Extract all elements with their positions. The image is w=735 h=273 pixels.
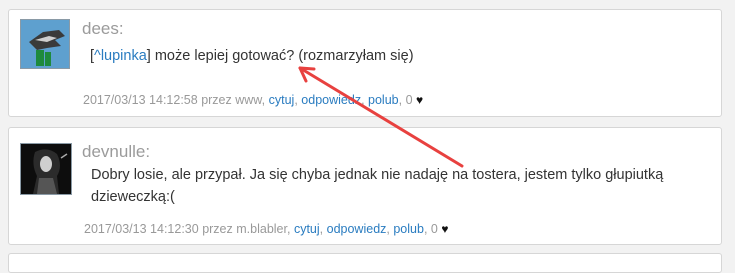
separator: , — [261, 93, 266, 107]
bird-avatar-icon — [21, 20, 69, 68]
comment-username[interactable]: dees: — [82, 19, 124, 39]
comment-text: Dobry losie, ale przypał. Ja się chyba j… — [91, 167, 664, 205]
by-label: przez — [201, 93, 232, 107]
like-link[interactable]: polub — [393, 222, 424, 236]
timestamp: 2017/03/13 14:12:58 — [83, 93, 198, 107]
quote-link[interactable]: cytuj — [294, 222, 320, 236]
separator: , — [294, 93, 298, 107]
mention-link[interactable]: ^lupinka — [94, 48, 147, 64]
comment: dees: [^lupinka] może lepiej gotować? (r… — [8, 9, 722, 117]
comment-username[interactable]: devnulle: — [82, 142, 150, 162]
reply-link[interactable]: odpowiedz — [327, 222, 387, 236]
like-link[interactable]: polub — [368, 93, 399, 107]
separator: , — [286, 222, 291, 236]
comment-meta: 2017/03/13 14:12:30 przez m.blabler, cyt… — [84, 222, 448, 236]
reply-link[interactable]: odpowiedz — [301, 93, 361, 107]
comment-text: może lepiej gotować? (rozmarzyłam się) — [150, 48, 414, 64]
avatar[interactable] — [20, 143, 72, 195]
like-count: 0 — [405, 93, 413, 107]
by-label: przez — [202, 222, 233, 236]
heart-icon[interactable]: ♥ — [416, 93, 423, 107]
timestamp: 2017/03/13 14:12:30 — [84, 222, 199, 236]
comment — [8, 253, 722, 273]
comment-meta: 2017/03/13 14:12:58 przez www, cytuj, od… — [83, 93, 423, 107]
separator: , — [398, 93, 403, 107]
heart-icon[interactable]: ♥ — [441, 222, 448, 236]
comment: devnulle: Dobry losie, ale przypał. Ja s… — [8, 127, 722, 245]
quote-link[interactable]: cytuj — [269, 93, 295, 107]
comment-content: [^lupinka] może lepiej gotować? (rozmarz… — [90, 45, 414, 67]
author: m.blabler — [236, 222, 287, 236]
separator: , — [423, 222, 428, 236]
comment-content: Dobry losie, ale przypał. Ja się chyba j… — [91, 164, 691, 208]
separator: , — [361, 93, 365, 107]
separator: , — [386, 222, 390, 236]
author: www — [235, 93, 262, 107]
avatar[interactable] — [20, 19, 70, 69]
like-count: 0 — [430, 222, 438, 236]
woman-avatar-icon — [21, 144, 71, 194]
separator: , — [319, 222, 324, 236]
